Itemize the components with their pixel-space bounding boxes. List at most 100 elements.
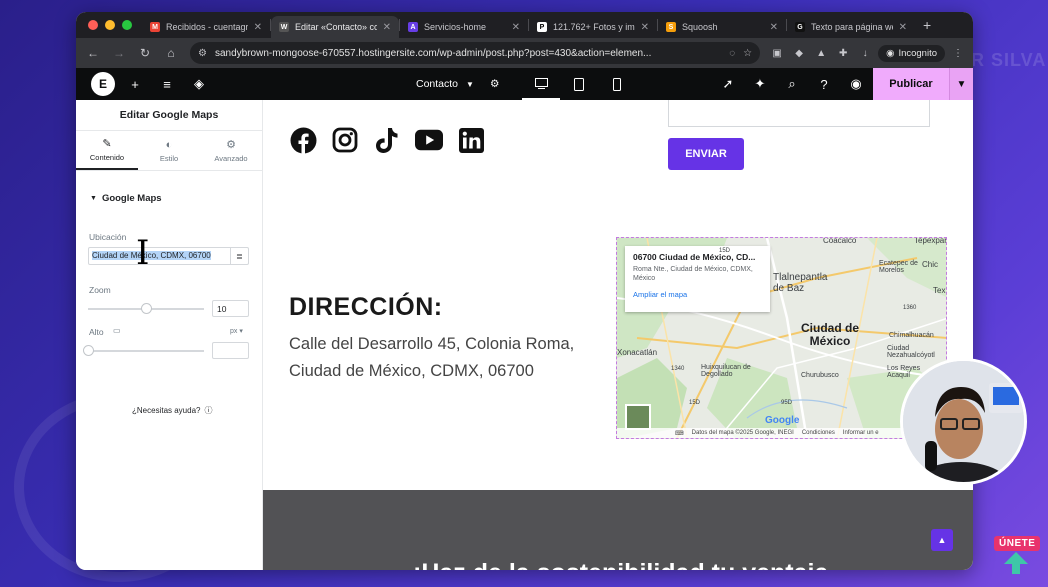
new-tab-button[interactable]: + [915,17,939,33]
arrow-up-icon [1004,552,1028,579]
close-tab-icon[interactable]: ✕ [641,22,649,33]
google-map-embed[interactable]: 06700 Ciudad de México, CD... Roma Nte.,… [616,237,947,439]
rocket-icon[interactable]: ➚ [712,68,744,100]
responsive-desktop-icon[interactable]: ▭ [113,326,121,335]
close-tab-icon[interactable]: ✕ [770,22,778,33]
bookmark-star-icon[interactable]: ☆ [743,48,752,59]
page-selector[interactable]: Contacto ▼ ⚙ [416,68,499,100]
map-card-address: Roma Nte., Ciudad de México, CDMX, Méxic… [633,266,753,282]
publish-options-chevron-icon[interactable]: ▼ [949,68,973,100]
dynamic-tags-icon[interactable]: ≣ [230,248,248,264]
join-badge[interactable]: ÚNETE [994,536,1041,551]
browser-tab[interactable]: G Texto para página we ✕ [787,16,915,38]
help-icon[interactable]: ? [808,68,840,100]
page-canvas: ENVIAR DIRECCIÓN: Calle del Desarrollo 4… [263,100,973,570]
maximize-window-button[interactable] [122,20,132,30]
close-tab-icon[interactable]: ✕ [383,22,391,33]
mobile-icon[interactable] [598,68,636,100]
zoom-number-input[interactable]: 10 [212,300,249,317]
incognito-label: Incognito [898,47,937,59]
location-value[interactable]: Ciudad de México, CDMX, 06700 [89,248,230,264]
reload-icon[interactable]: ↻ [134,42,156,64]
half-circle-icon: ◐ [165,138,173,151]
linkedin-icon[interactable] [457,126,485,154]
close-window-button[interactable] [88,20,98,30]
scroll-to-top-chevron-icon[interactable]: ▲ [931,529,953,551]
section-header-google-maps[interactable]: ▼ Google Maps [90,193,262,204]
browser-tab[interactable]: W Editar «Contacto» co ✕ [271,16,399,38]
address-heading: DIRECCIÓN: [289,293,443,321]
publish-button[interactable]: Publicar [873,68,949,100]
report-link[interactable]: Informar un e [843,430,879,436]
site-settings-sliders-icon[interactable]: ≡ [151,68,183,100]
help-link[interactable]: ¿Necesitas ayuda? ⓘ [132,405,212,416]
desktop-icon[interactable] [522,68,560,100]
close-tab-icon[interactable]: ✕ [254,22,262,33]
map-label: Churubusco [801,372,839,379]
eye-off-icon[interactable]: ◌ [729,48,735,59]
preview-eye-icon[interactable]: ◉ [840,68,872,100]
extensions-puzzle-icon[interactable]: ✚ [834,44,852,62]
browser-tab[interactable]: M Recibidos - cuentagr ✕ [142,16,270,38]
panel-tab[interactable]: ◐ Estilo [138,131,200,170]
enlarge-map-link[interactable]: Ampliar el mapa [633,290,762,299]
browser-tab[interactable]: A Servicios-home ✕ [400,16,528,38]
page-settings-gear-icon[interactable]: ⚙ [490,78,499,90]
tab-title: Squoosh [682,22,718,32]
height-slider-track[interactable] [88,350,204,352]
url-text: sandybrown-mongoose-670557.hostingersite… [214,47,652,59]
zoom-slider-handle[interactable] [141,303,152,314]
add-element-icon[interactable]: + [119,68,151,100]
height-number-input[interactable] [212,342,249,359]
close-tab-icon[interactable]: ✕ [512,22,520,33]
tiktok-icon[interactable] [373,126,401,154]
download-icon[interactable]: ↓ [856,44,874,62]
incognito-badge[interactable]: ◉ Incognito [878,44,945,62]
extension-icon[interactable]: ▲ [812,44,830,62]
browser-tab[interactable]: P 121.762+ Fotos y imá ✕ [529,16,657,38]
panel-tab-label: Avanzado [214,154,248,163]
facebook-icon[interactable] [289,126,317,154]
extension-icon[interactable]: ◆ [790,44,808,62]
keyboard-icon[interactable]: ⌨ [675,430,684,437]
elementor-top-bar: E + ≡ ◈ Contacto ▼ ⚙ ➚ ✦ ⌕ ? ◉ Publicar … [76,68,973,100]
height-slider-handle[interactable] [83,345,94,356]
terms-link[interactable]: Condiciones [802,430,835,436]
unit-selector[interactable]: px ▾ [230,327,243,335]
home-icon[interactable]: ⌂ [160,42,182,64]
search-icon[interactable]: ⌕ [776,68,808,100]
elementor-logo-icon[interactable]: E [91,72,115,96]
webcam-presenter [900,358,1027,485]
location-input[interactable]: Ciudad de México, CDMX, 06700 ≣ [88,247,249,265]
address-line-2: Ciudad de México, CDMX, 06700 [289,362,534,380]
submit-button[interactable]: ENVIAR [668,138,744,170]
map-label: Huixquilucan de Degollado [701,364,751,378]
map-label: Coacalco [823,237,857,245]
site-settings-icon[interactable]: ⚙ [198,48,207,59]
close-tab-icon[interactable]: ✕ [899,22,907,33]
instagram-icon[interactable] [331,126,359,154]
device-switcher [522,68,636,100]
browser-tab[interactable]: S Squoosh ✕ [658,16,786,38]
satellite-toggle[interactable] [625,404,651,430]
notifications-icon[interactable]: ✦ [744,68,776,100]
map-road-label: 1340 [671,366,685,372]
structure-layers-icon[interactable]: ◈ [183,68,215,100]
url-bar[interactable]: ⚙ sandybrown-mongoose-670557.hostingersi… [190,42,761,64]
text-cursor-icon: I [136,233,150,273]
gear-icon: ⚙ [226,139,236,151]
height-label: Alto [89,327,104,337]
tablet-icon[interactable] [560,68,598,100]
panel-tab[interactable]: ✎ Contenido [76,131,138,170]
panel-tab[interactable]: ⚙ Avanzado [200,131,262,170]
extension-icon[interactable]: ▣ [768,44,786,62]
message-textarea[interactable] [668,100,930,127]
map-label: Tex [933,286,946,295]
youtube-icon[interactable] [415,126,443,154]
back-arrow-icon[interactable]: ← [82,42,104,64]
window-controls [76,20,142,30]
browser-menu-icon[interactable]: ⋮ [949,44,967,62]
map-label: Ciudad Nezahualcóyotl [887,345,935,359]
minimize-window-button[interactable] [105,20,115,30]
forward-arrow-icon[interactable]: → [108,42,130,64]
